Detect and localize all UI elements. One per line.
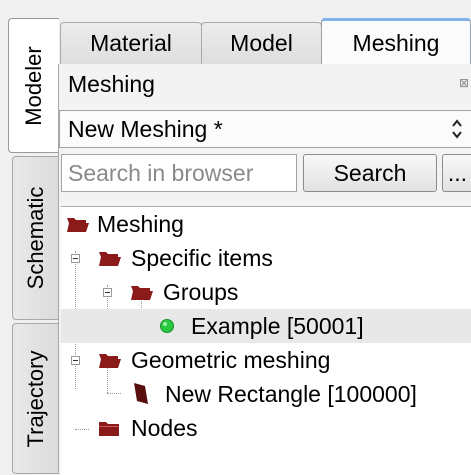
side-tab-schematic[interactable]: Schematic: [12, 156, 58, 320]
side-tab-trajectory[interactable]: Trajectory: [12, 323, 58, 474]
search-input[interactable]: [61, 154, 297, 192]
tab-meshing[interactable]: Meshing: [321, 18, 471, 65]
tree-item-label: Nodes: [131, 414, 198, 441]
panel-header: Meshing ⊠: [59, 64, 471, 104]
side-tab-bar: Modeler Schematic Trajectory: [0, 0, 59, 474]
more-options-button[interactable]: ...: [442, 154, 471, 192]
browser-tree: Meshing Specific items Groups Example [5…: [61, 206, 471, 475]
search-row: Search ...: [59, 154, 471, 194]
tree-item-example[interactable]: Example [50001]: [61, 309, 471, 343]
collapse-toggle-icon[interactable]: [71, 356, 80, 365]
tree-item-label: Geometric meshing: [131, 346, 331, 373]
tree-item-label: Specific items: [131, 244, 273, 271]
tree-item-nodes[interactable]: Nodes: [61, 411, 471, 445]
surface-icon: [134, 383, 148, 404]
tree-item-label: Example [50001]: [191, 312, 364, 339]
side-tab-label: Schematic: [22, 186, 48, 290]
panel-float-icon[interactable]: ⊠: [459, 76, 468, 90]
up-down-arrows-icon: [452, 119, 462, 139]
more-options-label: ...: [447, 159, 468, 186]
search-button[interactable]: Search: [303, 154, 437, 192]
folder-closed-icon: [99, 422, 119, 436]
tab-label: Model: [230, 30, 293, 56]
tab-material[interactable]: Material: [60, 22, 202, 64]
tab-label: Material: [90, 30, 172, 56]
folder-open-icon: [99, 354, 121, 368]
folder-open-icon: [99, 252, 121, 266]
tree-item-meshing[interactable]: Meshing: [61, 207, 471, 241]
tree-item-label: Groups: [163, 278, 239, 305]
folder-open-icon: [131, 286, 153, 300]
meshing-selector-combo[interactable]: New Meshing *: [59, 110, 471, 148]
meshing-panel: Material Model Meshing Meshing ⊠ New Mes…: [58, 18, 471, 475]
panel-body: Meshing ⊠ New Meshing * Search ...: [58, 64, 471, 475]
tree-item-label: New Rectangle [100000]: [165, 380, 417, 407]
side-tab-label: Modeler: [21, 45, 46, 126]
collapse-toggle-icon[interactable]: [103, 288, 112, 297]
search-button-label: Search: [333, 159, 407, 186]
tree-item-new-rectangle[interactable]: New Rectangle [100000]: [61, 377, 471, 411]
green-dot-icon: [160, 319, 174, 333]
top-tab-bar: Material Model Meshing: [58, 18, 471, 65]
tab-model[interactable]: Model: [201, 22, 322, 64]
tree-item-specific-items[interactable]: Specific items: [61, 241, 471, 275]
side-tab-label: Trajectory: [22, 350, 48, 447]
collapse-toggle-icon[interactable]: [71, 254, 80, 263]
tab-label: Meshing: [352, 29, 440, 56]
tree-item-groups[interactable]: Groups: [61, 275, 471, 309]
tree-item-geometric-meshing[interactable]: Geometric meshing: [61, 343, 471, 377]
side-tab-modeler[interactable]: Modeler: [8, 18, 59, 153]
tree-item-label: Meshing: [97, 210, 184, 237]
combo-value: New Meshing *: [68, 115, 223, 142]
panel-title: Meshing: [68, 70, 155, 97]
folder-open-icon: [67, 218, 89, 232]
